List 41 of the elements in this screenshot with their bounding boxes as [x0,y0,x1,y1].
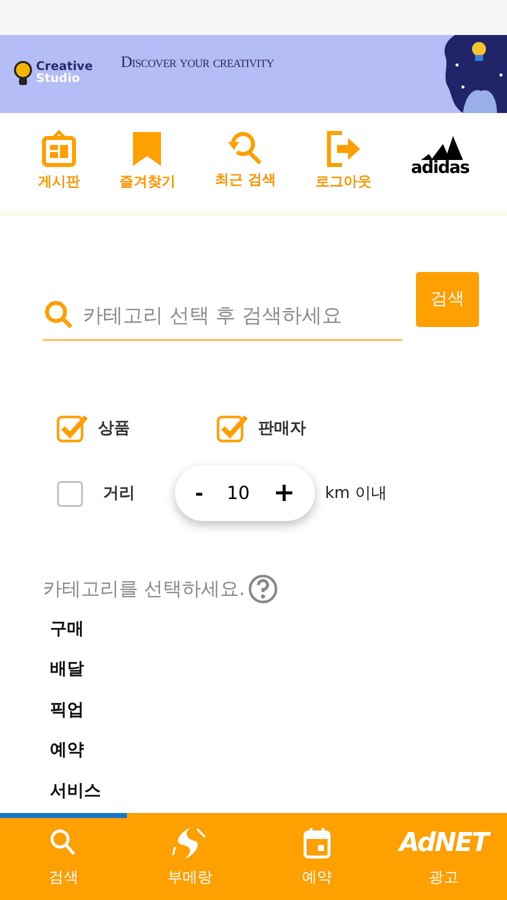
distance-unit: km 이내 [325,482,387,504]
calendar-icon [302,827,331,859]
category-item[interactable]: 예약 [50,730,507,771]
history-search-icon [227,130,264,166]
nav-tab[interactable]: 부메랑 [135,826,246,888]
checkbox-label: 거리 [103,482,135,504]
minus-button[interactable]: - [195,478,204,508]
distance-value: 10 [226,482,250,506]
category-item[interactable]: 구매 [50,609,507,650]
search-button[interactable]: 검색 [416,272,479,327]
search-input[interactable]: 카테고리 선택 후 검색하세요 [83,300,402,330]
nav-tab[interactable]: 검색 [8,826,118,888]
nav-tab[interactable]: 예약 [262,826,372,888]
bookmark-icon [131,130,164,168]
board-icon [40,130,77,168]
checkbox[interactable] [216,413,248,443]
category-item[interactable]: 서비스 [50,771,507,812]
logout-icon [324,130,362,168]
nav-tab[interactable]: AdNET 광고 [388,826,499,888]
quick-menu-button[interactable]: 로그아웃 [315,130,372,193]
logo-subtitle: Studio [36,72,81,84]
checkbox[interactable] [56,413,88,443]
plus-button[interactable]: + [273,474,295,512]
quick-menu-button[interactable]: 즐겨찾기 [119,130,176,193]
adnet-logo: AdNET [399,826,488,860]
category-item[interactable]: 배달 [50,650,507,690]
brand-name: adidas [411,160,470,177]
checkbox-label: 상품 [98,417,130,439]
category-item[interactable]: 픽업 [50,690,507,730]
checkbox[interactable] [57,481,83,507]
quick-menu-button[interactable]: 최근 검색 [214,130,276,191]
logo-title: Creative [36,60,93,72]
search-icon [43,298,75,330]
category-heading: 카테고리를 선택하세요. [43,576,246,602]
tagline: Discover your creativity [120,53,274,73]
brand-logo[interactable]: adidas [411,136,470,177]
search-field[interactable]: 카테고리 선택 후 검색하세요 [43,272,402,341]
checkbox-label: 판매자 [258,417,306,439]
quick-menu-button[interactable]: 게시판 [38,130,80,193]
search-icon [50,829,76,857]
help-icon [247,573,280,605]
